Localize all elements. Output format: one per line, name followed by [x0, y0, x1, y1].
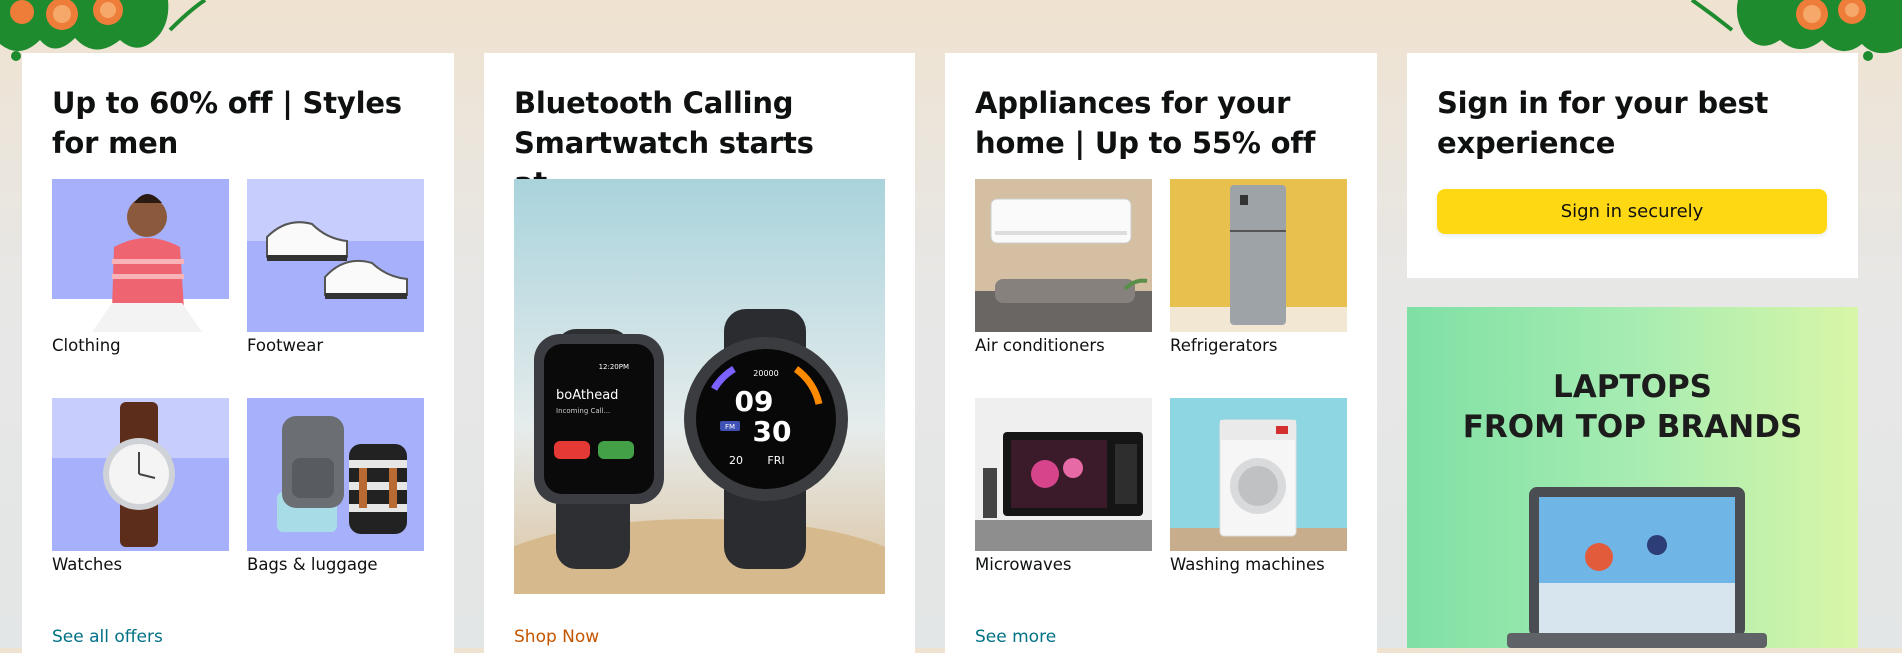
card-title: Sign in for your best experience [1437, 86, 1769, 160]
watch-badge: FM [725, 423, 735, 431]
tile-label[interactable]: Air conditioners [975, 336, 1152, 356]
card-sign-in: Sign in for your best experience Sign in… [1407, 53, 1858, 278]
see-more-link[interactable]: See more [975, 627, 1056, 647]
tile-label[interactable]: Microwaves [975, 555, 1152, 575]
tile-footwear[interactable]: Footwear [247, 179, 424, 356]
tile-clothing[interactable]: Clothing [52, 179, 229, 356]
watch-hour: 09 [735, 385, 774, 418]
footwear-image[interactable] [247, 179, 424, 332]
tile-refrigerators[interactable]: Refrigerators [1170, 179, 1347, 356]
shop-now-link[interactable]: Shop Now [514, 627, 599, 647]
watch-brand: boAthead [556, 388, 618, 403]
sign-in-button[interactable]: Sign in securely [1437, 189, 1827, 234]
watch-day: FRI [767, 454, 784, 467]
tile-label[interactable]: Refrigerators [1170, 336, 1347, 356]
watch-time-top: 12:20PM [599, 363, 629, 371]
tile-watches[interactable]: Watches [52, 398, 229, 575]
card-smartwatch: Bluetooth Calling Smartwatch starts at..… [484, 53, 915, 653]
laptops-ad-banner[interactable]: LAPTOPS FROM TOP BRANDS [1407, 307, 1858, 648]
tile-label[interactable]: Clothing [52, 336, 229, 356]
card-title[interactable]: Up to 60% off | Styles for men [52, 83, 424, 163]
watch-steps: 20000 [753, 369, 778, 378]
refrigerator-image[interactable] [1170, 179, 1347, 332]
see-all-offers-link[interactable]: See all offers [52, 627, 163, 647]
watch-call-text: Incoming Call... [556, 407, 610, 415]
watches-image[interactable] [52, 398, 229, 551]
clothing-image[interactable] [52, 179, 229, 332]
tile-bags-luggage[interactable]: Bags & luggage [247, 398, 424, 575]
tile-label[interactable]: Bags & luggage [247, 555, 424, 575]
card-mens-styles: Up to 60% off | Styles for men Clothing [22, 53, 454, 653]
card-appliances: Appliances for your home | Up to 55% off… [945, 53, 1377, 653]
laptop-image [1507, 487, 1767, 648]
air-conditioner-image[interactable] [975, 179, 1152, 332]
tile-label[interactable]: Washing machines [1170, 555, 1347, 575]
microwave-image[interactable] [975, 398, 1152, 551]
tile-microwaves[interactable]: Microwaves [975, 398, 1152, 575]
tile-air-conditioners[interactable]: Air conditioners [975, 179, 1152, 356]
card-title[interactable]: Appliances for your home | Up to 55% off [975, 83, 1347, 163]
tile-washing-machines[interactable]: Washing machines [1170, 398, 1347, 575]
watch-minute: 30 [753, 415, 792, 448]
ad-headline: LAPTOPS FROM TOP BRANDS [1462, 369, 1803, 445]
watch-date: 20 [729, 454, 743, 467]
bags-luggage-image[interactable] [247, 398, 424, 551]
tile-label[interactable]: Watches [52, 555, 229, 575]
washing-machine-image[interactable] [1170, 398, 1347, 551]
tile-label[interactable]: Footwear [247, 336, 424, 356]
smartwatch-image[interactable]: 12:20PM boAthead Incoming Call... 20000 … [514, 179, 885, 594]
